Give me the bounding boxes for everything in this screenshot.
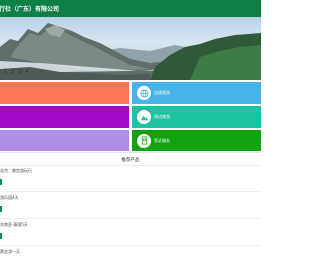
product-accent-bar [0,233,2,239]
company-name: 行社（广东）有限公司 [0,6,60,13]
product-name[interactable]: 游乐园4天 [0,195,19,201]
product-item[interactable]: 黄金游一天 [0,249,261,260]
mountain-landscape-image [0,23,261,80]
mountain-icon [137,110,151,124]
divider [0,245,261,246]
tile-label: 出境旅游 [154,90,170,95]
tile-outbound-travel[interactable]: 出境旅游 [132,82,261,104]
divider [0,165,261,166]
product-accent-bar [0,179,2,185]
hero-banner[interactable]: 1 2 3 4 [0,17,261,80]
slide-indicator[interactable]: 3 [18,69,21,75]
tile-category-5[interactable] [0,130,129,151]
tile-category-1[interactable] [0,82,129,104]
passport-icon [137,133,151,148]
tile-label: 周边旅游 [154,114,170,119]
slide-indicator[interactable]: 1 [4,69,7,75]
product-name[interactable]: 黄金游一天 [0,249,20,255]
tile-visa-service[interactable]: 签证服务 [132,130,261,151]
product-item[interactable]: 游乐园4天 [0,195,261,220]
product-name[interactable]: 北京｜故宫游玩行 [0,168,32,174]
slide-indicator[interactable]: 4 [26,69,29,75]
carousel-indicators[interactable]: 1 2 3 4 [4,69,29,75]
product-name[interactable]: 东南亚·泰国5天 [0,222,28,228]
tile-category-3[interactable] [0,106,129,128]
tile-nearby-travel[interactable]: 周边旅游 [132,106,261,128]
slide-indicator[interactable]: 2 [11,69,14,75]
recommended-products-heading: 推荐产品 [0,152,261,163]
product-item[interactable]: 北京｜故宫游玩行 [0,168,261,193]
divider [0,191,261,192]
tile-label: 签证服务 [154,137,170,143]
site-header: 行社（广东）有限公司 [0,0,261,17]
divider [0,218,261,219]
product-accent-bar [0,206,2,212]
product-item[interactable]: 东南亚·泰国5天 [0,222,261,247]
globe-icon [137,86,151,100]
